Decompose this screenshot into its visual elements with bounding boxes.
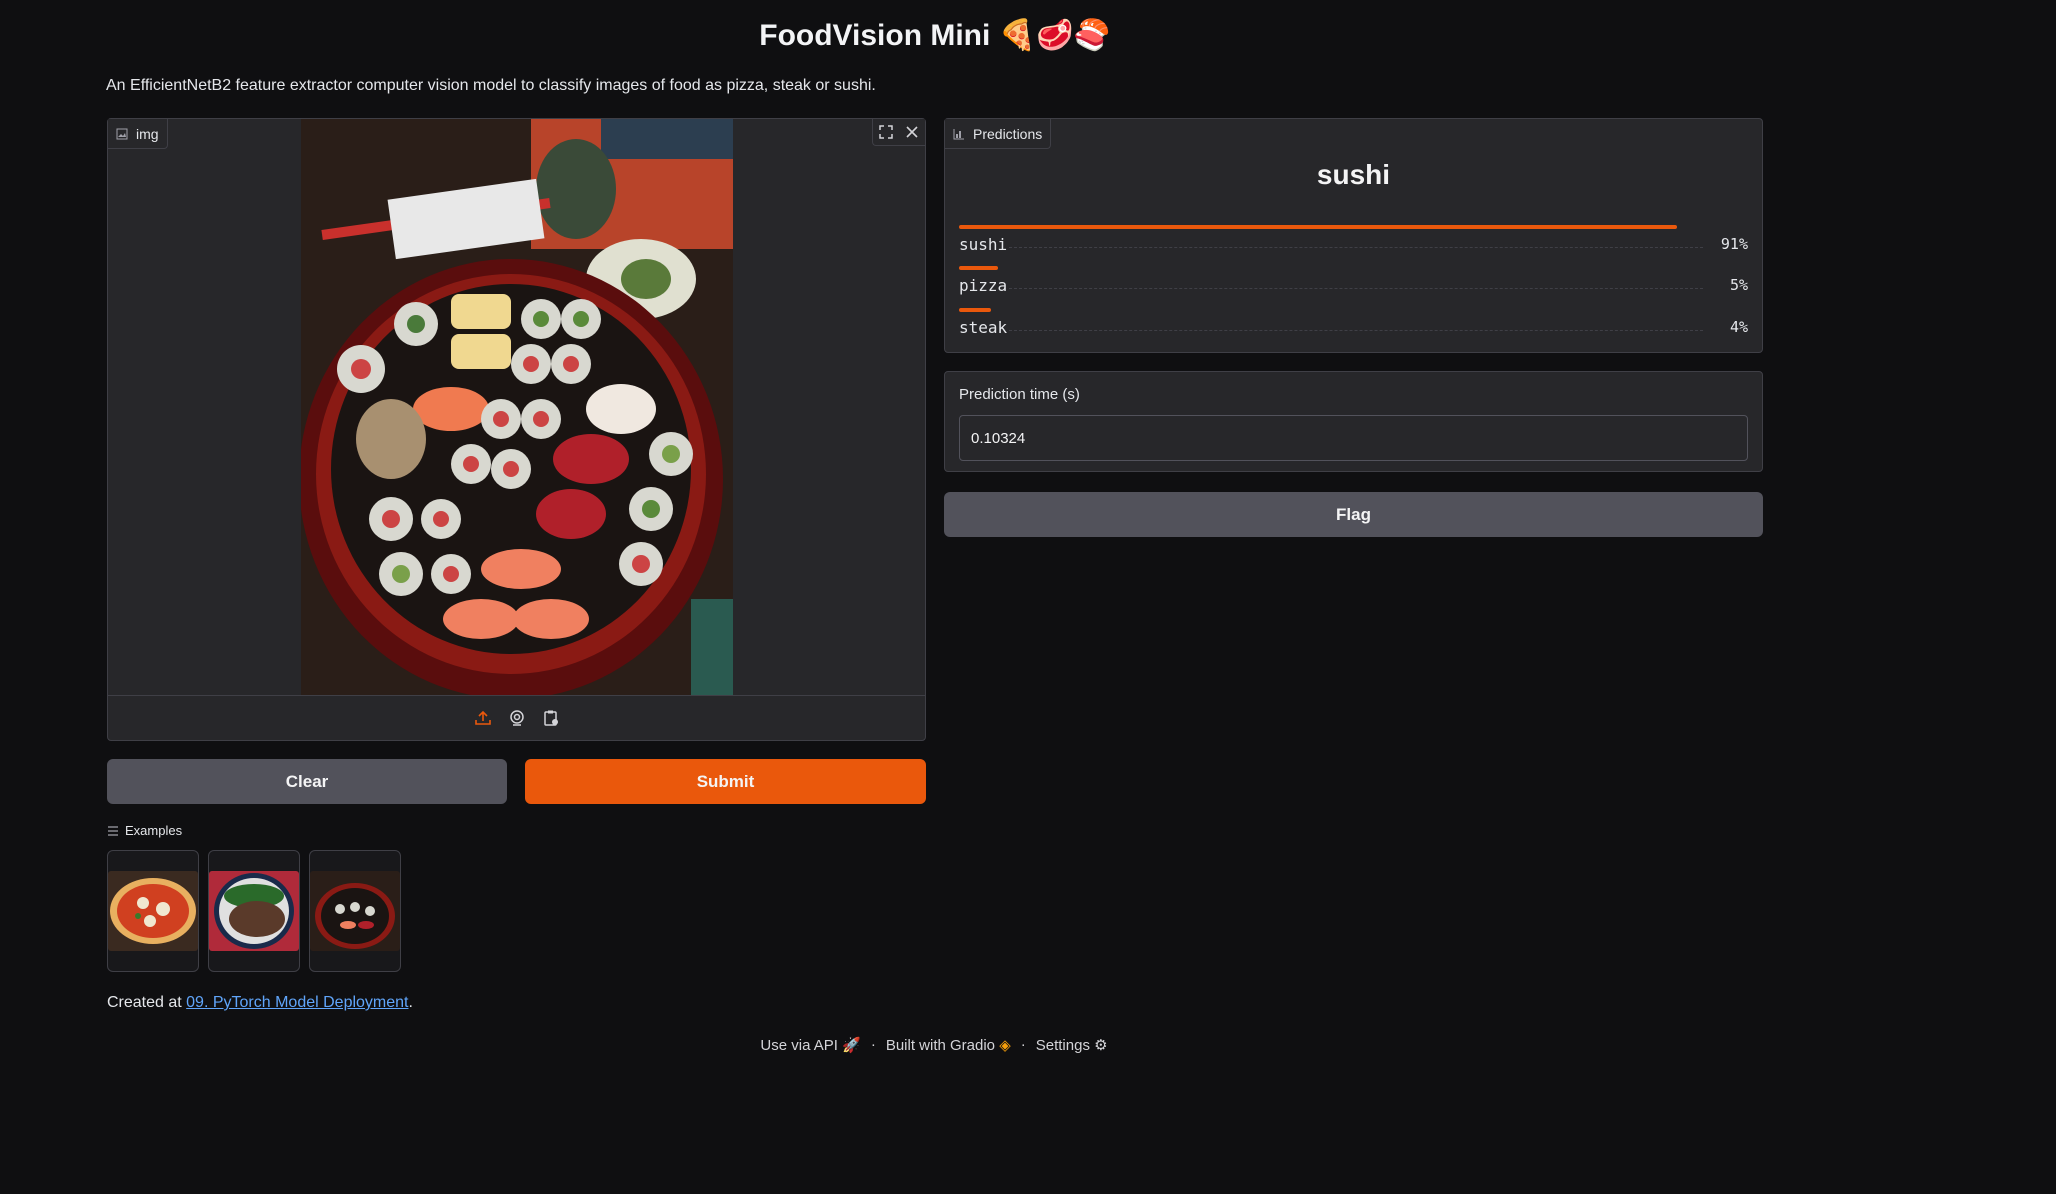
page-title: FoodVision Mini 🍕🥩🍣	[759, 19, 1111, 52]
prediction-time-field[interactable]	[959, 415, 1748, 461]
image-input-panel[interactable]: img	[107, 118, 926, 741]
predictions-panel: Predictions sushi sushi 91% pizza 5% ste…	[944, 118, 1763, 353]
use-via-api-link[interactable]: Use via API 🚀	[760, 1036, 860, 1054]
prediction-label: sushi	[959, 235, 1008, 254]
pizza-thumbnail	[108, 871, 198, 951]
built-with-gradio-link[interactable]: Built with Gradio ◈	[886, 1036, 1011, 1054]
clipboard-icon[interactable]	[541, 708, 561, 728]
examples-label-text: Examples	[125, 823, 183, 838]
row-divider	[1009, 288, 1703, 289]
steak-thumbnail	[209, 871, 299, 951]
clear-button[interactable]: Clear	[107, 759, 507, 804]
uploaded-food-image	[301, 119, 733, 696]
rocket-icon: 🚀	[842, 1037, 861, 1054]
created-prefix: Created at	[107, 994, 187, 1011]
top-prediction: sushi	[1316, 159, 1391, 190]
image-toolbar	[872, 119, 925, 146]
created-suffix: .	[408, 994, 413, 1011]
row-divider	[1009, 330, 1703, 331]
image-input-label: img	[108, 119, 168, 149]
bar-chart-icon	[953, 128, 964, 139]
footer-separator: ·	[1020, 1036, 1026, 1053]
example-pizza[interactable]	[107, 850, 199, 972]
prediction-row-steak[interactable]: steak 4%	[959, 308, 1748, 348]
predictions-label-text: Predictions	[973, 125, 1043, 142]
flag-button[interactable]: Flag	[944, 492, 1763, 537]
examples-label: Examples	[107, 823, 182, 838]
prediction-label: pizza	[959, 276, 1008, 295]
upload-icon[interactable]	[473, 708, 493, 728]
page-description: An EfficientNetB2 feature extractor comp…	[106, 77, 876, 94]
row-divider	[1009, 247, 1703, 248]
confidence-bar	[959, 225, 1677, 229]
image-icon	[116, 128, 128, 139]
prediction-label: steak	[959, 318, 1008, 337]
prediction-time-panel: Prediction time (s)	[944, 371, 1763, 472]
fullscreen-icon[interactable]	[873, 119, 899, 145]
webcam-icon[interactable]	[507, 708, 527, 728]
sushi-photo	[301, 119, 733, 696]
gear-icon: ⚙	[1094, 1037, 1108, 1054]
prediction-percent: 91%	[1720, 235, 1748, 253]
footer: Use via API 🚀 · Built with Gradio ◈ · Se…	[0, 1036, 1868, 1054]
predictions-label: Predictions	[945, 119, 1052, 149]
confidence-bar	[959, 266, 998, 270]
example-sushi[interactable]	[309, 850, 401, 972]
footer-separator: ·	[870, 1036, 876, 1053]
image-source-bar	[108, 695, 925, 740]
sushi-thumbnail	[310, 871, 400, 951]
prediction-percent: 4%	[1729, 318, 1748, 336]
deployment-link[interactable]: 09. PyTorch Model Deployment	[186, 994, 408, 1011]
prediction-time-label: Prediction time (s)	[959, 386, 1080, 403]
list-icon	[108, 825, 118, 836]
settings-link[interactable]: Settings ⚙	[1036, 1036, 1108, 1054]
created-at-note: Created at 09. PyTorch Model Deployment.	[107, 994, 413, 1012]
prediction-row-sushi[interactable]: sushi 91%	[959, 225, 1748, 265]
prediction-row-pizza[interactable]: pizza 5%	[959, 266, 1748, 306]
confidence-bar	[959, 308, 991, 312]
prediction-percent: 5%	[1729, 276, 1748, 294]
submit-button[interactable]: Submit	[525, 759, 926, 804]
image-input-label-text: img	[136, 125, 159, 142]
gradio-logo-icon: ◈	[999, 1037, 1011, 1054]
close-icon[interactable]	[899, 119, 925, 145]
example-steak[interactable]	[208, 850, 300, 972]
